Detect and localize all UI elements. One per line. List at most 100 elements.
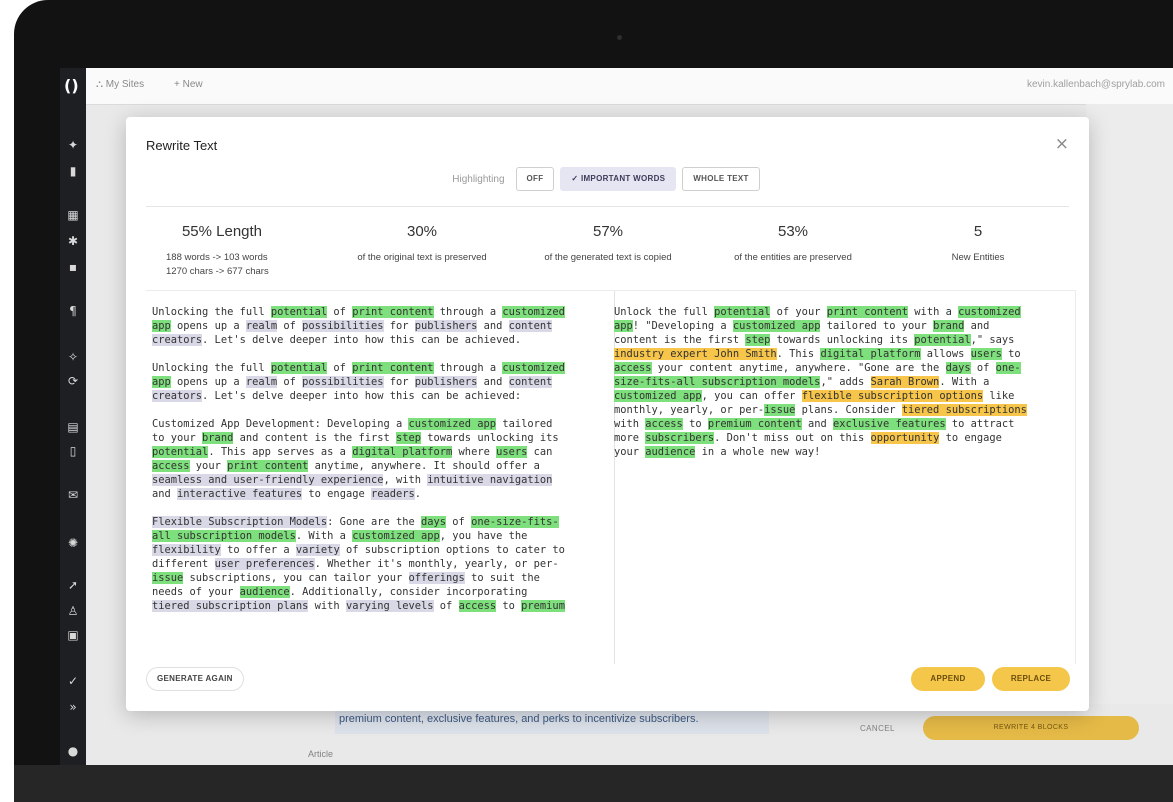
original-text-panel[interactable]: Unlocking the full potential of print co… xyxy=(146,290,615,664)
text-segment: towards unlocking its xyxy=(427,432,559,444)
text-segment: Unlock the full xyxy=(614,306,715,318)
rocket-icon[interactable]: ➚ xyxy=(66,578,80,592)
text-segment: of xyxy=(433,600,459,612)
my-sites-link[interactable]: ⛬ My Sites xyxy=(96,79,144,90)
highlighted-term: access xyxy=(152,460,190,472)
highlighted-term: flexibility xyxy=(152,544,221,556)
highlighted-term: print content xyxy=(826,306,909,318)
page-icon[interactable]: ▮ xyxy=(66,164,80,178)
refresh-icon[interactable]: ⟳ xyxy=(66,374,80,388)
highlighting-label: Highlighting xyxy=(452,173,505,185)
forward-icon[interactable]: » xyxy=(66,700,80,714)
original-paragraph: Unlocking the full potential of print co… xyxy=(152,305,608,347)
original-paragraph: Customized App Development: Developing a… xyxy=(152,417,608,501)
append-button[interactable]: APPEND xyxy=(911,667,985,691)
highlighted-term: user preferences xyxy=(214,558,315,570)
text-segment: Unlocking the full xyxy=(152,362,271,374)
left-rail: () ✦ ▮ ▦ ✱ ▪ ¶ ✧ ⟳ ▤ ▯ ✉ ✺ ➚ ♙ ▣ ✓ » ● xyxy=(60,68,86,765)
highlighted-term: realm xyxy=(245,320,278,332)
highlighted-term: days xyxy=(421,516,447,528)
stat-desc: of the entities are preserved xyxy=(734,252,852,263)
highlight-whole-text-button[interactable]: WHOLE TEXT xyxy=(682,167,760,191)
stat-desc: 188 words -> 103 words 1270 chars -> 677… xyxy=(166,252,269,277)
new-link[interactable]: + New xyxy=(174,79,203,90)
text-segment: for xyxy=(383,320,415,332)
highlighted-term: users xyxy=(970,348,1002,360)
check-icon[interactable]: ✓ xyxy=(66,674,80,688)
sparkle-icon[interactable]: ✧ xyxy=(66,350,80,364)
generate-again-button[interactable]: GENERATE AGAIN xyxy=(146,667,244,691)
highlight-important-words-button[interactable]: ✓ IMPORTANT WORDS xyxy=(560,167,677,191)
replace-button[interactable]: REPLACE xyxy=(992,667,1070,691)
app-logo-icon[interactable]: () xyxy=(64,76,79,95)
text-segment: to xyxy=(496,600,522,612)
user-icon[interactable]: ♙ xyxy=(66,604,80,618)
text-segment: of xyxy=(970,362,996,374)
stat-preserved: 30% of the original text is preserved xyxy=(334,223,510,265)
text-segment: of xyxy=(277,376,303,388)
text-segment: opens up a xyxy=(170,376,246,388)
user-email[interactable]: kevin.kallenbach@sprylab.com xyxy=(1027,79,1165,90)
close-icon[interactable]: × xyxy=(1055,134,1069,154)
table-icon[interactable]: ▣ xyxy=(66,628,80,642)
text-segment: . This xyxy=(776,348,821,360)
text-segment: your content anytime, anywhere. "Gone ar… xyxy=(651,362,946,374)
stat-value: 53% xyxy=(777,223,809,240)
highlighted-term: offerings xyxy=(408,572,465,584)
highlighted-term: intuitive navigation xyxy=(427,474,553,486)
grid-icon[interactable]: ▪ xyxy=(66,260,80,274)
highlighted-term: audience xyxy=(645,446,696,458)
text-segment: and xyxy=(477,320,509,332)
highlighted-term: days xyxy=(945,362,971,374)
highlighted-term: issue xyxy=(764,404,796,416)
highlighted-term: variety xyxy=(295,544,340,556)
highlighted-term: seamless and user-friendly experience xyxy=(152,474,384,486)
pin-icon[interactable]: ✦ xyxy=(66,138,80,152)
modal-title: Rewrite Text xyxy=(146,138,218,153)
text-segment: subscriptions, you can tailor your xyxy=(183,572,409,584)
highlighted-term: print content xyxy=(227,460,309,472)
text-segment: and xyxy=(477,376,509,388)
top-bar: ⛬ My Sites + New kevin.kallenbach@spryla… xyxy=(86,68,1173,105)
highlighted-term: issue xyxy=(152,572,184,584)
play-icon[interactable]: ● xyxy=(66,744,80,758)
divider xyxy=(146,206,1069,207)
stat-desc: of the generated text is copied xyxy=(544,252,672,263)
highlighted-term: step xyxy=(745,334,771,346)
text-segment: . With a xyxy=(295,530,353,542)
text-segment: to engage xyxy=(302,488,371,500)
highlighted-term: print content xyxy=(352,306,434,318)
gear-icon[interactable]: ✱ xyxy=(66,234,80,248)
layout-icon[interactable]: ▤ xyxy=(66,420,80,434)
text-segment: and xyxy=(801,418,833,430)
stat-value: 30% xyxy=(406,223,438,240)
highlighted-term: flexible subscription options xyxy=(801,390,984,402)
stat-entities: 53% of the entities are preserved xyxy=(714,223,872,265)
highlighted-term: interactive features xyxy=(177,488,303,500)
highlighted-term: potential xyxy=(270,362,328,374)
highlight-off-button[interactable]: OFF xyxy=(515,167,555,191)
settings-icon[interactable]: ✺ xyxy=(66,536,80,550)
sites-icon: ⛬ xyxy=(96,79,106,90)
camera-dot xyxy=(617,35,622,40)
highlighted-term: Sarah Brown xyxy=(870,376,940,388)
text-segment: to xyxy=(682,418,708,430)
calendar-icon[interactable]: ▦ xyxy=(66,208,80,222)
highlighted-term: access xyxy=(614,362,652,374)
screen: () ✦ ▮ ▦ ✱ ▪ ¶ ✧ ⟳ ▤ ▯ ✉ ✺ ➚ ♙ ▣ ✓ » ● ⛬… xyxy=(60,68,1173,765)
translate-icon[interactable]: ¶ xyxy=(66,304,80,318)
text-segment: to offer a xyxy=(220,544,296,556)
generated-text-panel[interactable]: Unlock the full potential of your print … xyxy=(608,290,1076,664)
highlighted-term: brand xyxy=(933,320,965,332)
highlighted-term: access xyxy=(645,418,683,430)
text-segment: with a xyxy=(908,306,959,318)
inbox-icon[interactable]: ✉ xyxy=(66,488,80,502)
text-segment: Customized App Development: Developing a xyxy=(152,418,409,430)
text-segment: of xyxy=(327,362,353,374)
stat-desc: New Entities xyxy=(951,252,1005,263)
highlighted-term: subscribers xyxy=(645,432,715,444)
text-segment: . Whether it's monthly, yearly, or per- xyxy=(314,558,559,570)
highlighted-term: step xyxy=(395,432,422,444)
document-icon[interactable]: ▯ xyxy=(66,444,80,458)
text-segment: tailored to your xyxy=(820,320,934,332)
